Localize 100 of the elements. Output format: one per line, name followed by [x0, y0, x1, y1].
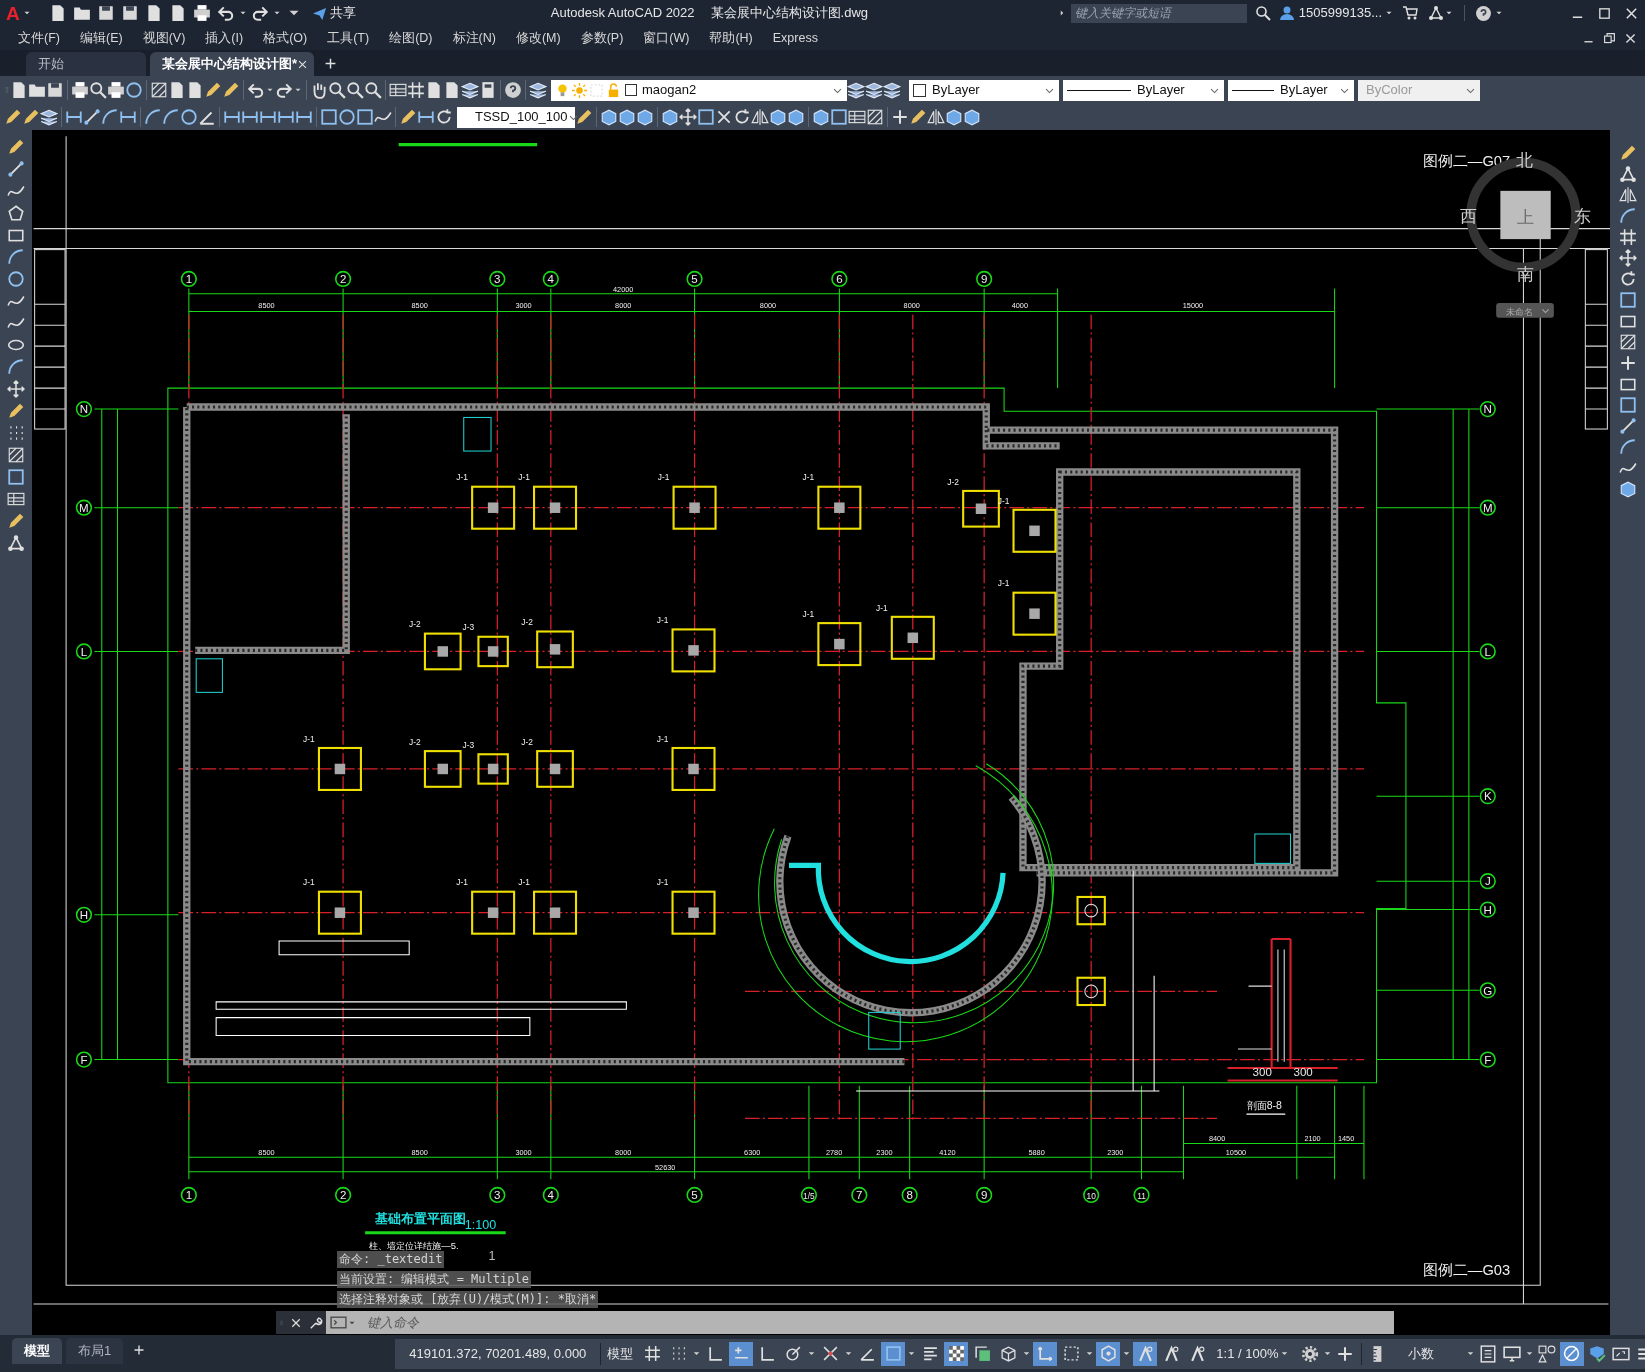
menu-item[interactable]: 窗口(W) — [643, 28, 690, 48]
menu-item[interactable]: 插入(I) — [205, 28, 244, 48]
axis-bubble: 5 — [686, 270, 703, 288]
lineweight-dropdown[interactable]: ByLayer — [1228, 79, 1354, 101]
note-text: 柱、墙定位详结施—5. — [369, 1240, 459, 1252]
dimension-text: 8400 — [1208, 1134, 1226, 1144]
axis-bubble: 1 — [180, 1186, 197, 1204]
sheet-label: 图例二—G03 — [1422, 1261, 1511, 1278]
axis-bubble: M — [1479, 499, 1496, 516]
layout-tab[interactable]: 布局1 — [66, 1338, 124, 1364]
footing-tag: J-1 — [876, 602, 888, 613]
footing-tag: J-1 — [656, 615, 669, 626]
axis-bubble: 8 — [901, 1186, 918, 1204]
dimension-text: 8500 — [258, 301, 275, 311]
footing-tag: J-1 — [657, 472, 670, 483]
search-field[interactable]: 键入关键字或短语 — [1070, 3, 1247, 23]
axis-bubble: J — [1479, 873, 1496, 890]
footing-tag: J-1 — [802, 472, 815, 483]
dimension-text: 300 — [1252, 1066, 1272, 1079]
dimension-text: 8000 — [615, 1148, 632, 1158]
user-name[interactable]: 1505999135... — [1298, 3, 1382, 23]
axis-bubble: 7 — [851, 1186, 868, 1204]
share-button[interactable]: 共享 — [311, 3, 356, 23]
menu-item[interactable]: 编辑(E) — [79, 28, 123, 48]
command-input[interactable]: 键入命令 — [359, 1311, 1394, 1334]
axis-bubble: F — [1479, 1051, 1496, 1068]
dimension-text: 10500 — [1225, 1148, 1247, 1158]
menu-item[interactable]: 文件(F) — [18, 28, 60, 48]
menu-item[interactable]: 修改(M) — [515, 28, 561, 48]
layout-tab[interactable]: 模型 — [12, 1338, 62, 1364]
annotation-scale[interactable]: 1:1 / 100% — [1216, 1343, 1279, 1364]
axis-bubble: 2 — [334, 1186, 352, 1204]
dimension-text: 8000 — [615, 301, 632, 311]
axis-bubble: 11 — [1133, 1186, 1150, 1204]
footing-tag: J-2 — [947, 476, 959, 487]
file-tab[interactable]: 开始 — [26, 52, 146, 76]
window-title: Autodesk AutoCAD 2022 — [550, 4, 695, 23]
menu-item[interactable]: 格式(O) — [263, 28, 308, 48]
footing-tag: J-1 — [456, 472, 468, 483]
compass-label: 南 — [1517, 265, 1535, 285]
footing-tag: J-1 — [802, 608, 815, 619]
menu-item[interactable]: Express — [772, 28, 818, 48]
axis-bubble: L — [75, 643, 93, 660]
axis-bubble: H — [75, 906, 93, 923]
plan-scale: 1:100 — [464, 1217, 497, 1232]
footing-tag: J-2 — [521, 736, 533, 747]
footing-tag: J-2 — [409, 619, 421, 630]
footing-tag: J-1 — [303, 733, 315, 744]
menu-item[interactable]: 工具(T) — [327, 28, 370, 48]
dimension-text: 6300 — [744, 1148, 761, 1158]
color-dropdown[interactable]: ByLayer — [909, 79, 1059, 101]
linetype-dropdown[interactable]: ByLayer — [1063, 79, 1224, 101]
axis-bubble: H — [1479, 901, 1496, 918]
axis-bubble: 2 — [334, 270, 352, 288]
compass-label: 西 — [1460, 207, 1478, 227]
dimension-text: 8500 — [258, 1148, 275, 1158]
footing-tag: J-1 — [656, 733, 669, 744]
axis-bubble: 1 — [180, 270, 197, 288]
axis-bubble: G — [1479, 982, 1496, 999]
compass-label: 东 — [1573, 207, 1591, 227]
axis-bubble: F — [75, 1051, 93, 1068]
units-dropdown[interactable]: 小数 — [1395, 1343, 1476, 1364]
menu-item[interactable]: 绘图(D) — [389, 28, 433, 48]
dimension-text: 15000 — [1182, 301, 1204, 311]
footing-tag: J-1 — [518, 472, 530, 483]
dimension-text: 2100 — [1304, 1134, 1321, 1144]
layer-dropdown[interactable]: maogan2 — [551, 79, 847, 101]
dimension-text: 8500 — [411, 1148, 428, 1158]
menu-item[interactable]: 帮助(H) — [709, 28, 753, 48]
dimension-style-dropdown[interactable]: TSSD_100_100 — [457, 106, 575, 128]
file-tab[interactable]: 某会展中心结构设计图* — [150, 52, 314, 76]
dimension-text: 300 — [1293, 1066, 1313, 1079]
dimension-text: 2300 — [876, 1148, 893, 1158]
dimension-text: 8000 — [759, 301, 777, 311]
dimension-text: 2300 — [1107, 1148, 1124, 1158]
axis-bubble: 4 — [542, 1186, 559, 1204]
axis-bubble: L — [1479, 643, 1496, 660]
dimension-text: 8500 — [411, 301, 428, 311]
dimension-text: 4120 — [939, 1148, 956, 1158]
dimension-text: 5880 — [1028, 1148, 1045, 1158]
coordinates-readout[interactable]: 419101.372, 70201.489, 0.000 — [395, 1343, 601, 1364]
footing-tag: J-1 — [303, 877, 315, 888]
axis-bubble: 1/5 — [800, 1186, 818, 1204]
model-space-button[interactable]: 模型 — [601, 1343, 640, 1364]
menu-item[interactable]: 参数(P) — [580, 28, 624, 48]
dimension-text: 52630 — [655, 1162, 676, 1172]
footing-tag: J-3 — [462, 740, 475, 750]
footing-tag: J-1 — [456, 877, 468, 888]
footing-tag: J-1 — [656, 877, 669, 888]
axis-bubble: 3 — [489, 1186, 506, 1204]
dimension-text: 3000 — [515, 1148, 532, 1158]
dimension-text: 3000 — [515, 301, 532, 311]
compass-label: 北 — [1516, 150, 1533, 170]
menu-item[interactable]: 视图(V) — [142, 28, 186, 48]
footing-tag: J-1 — [997, 578, 1010, 589]
axis-bubble: 10 — [1083, 1186, 1100, 1204]
footing-tag: J-1 — [518, 877, 530, 888]
dimension-text: 2780 — [825, 1148, 843, 1158]
section-title: 剖面8-8 — [1246, 1099, 1282, 1111]
menu-item[interactable]: 标注(N) — [452, 28, 496, 48]
